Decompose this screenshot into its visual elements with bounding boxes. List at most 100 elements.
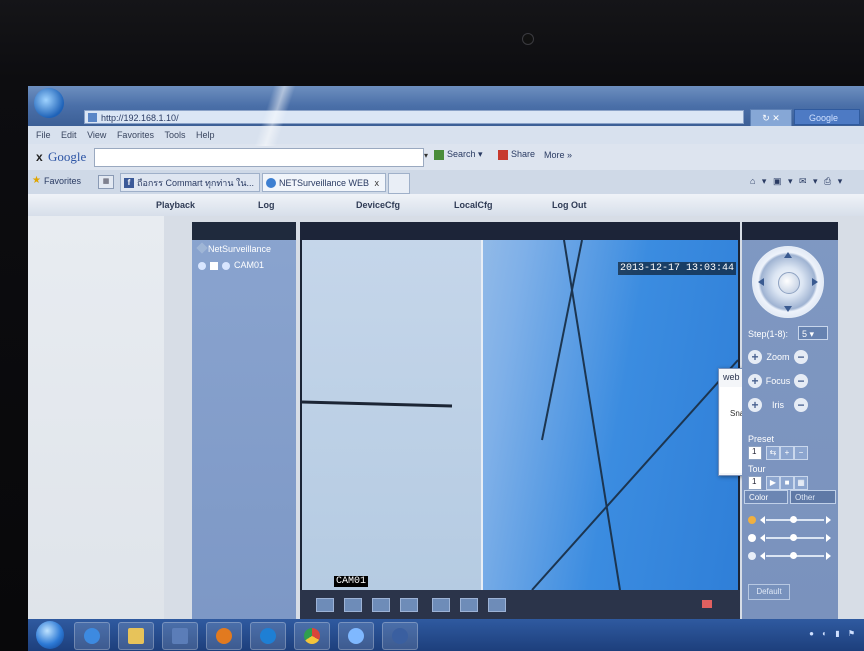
ptz-right-arrow-icon[interactable] <box>812 278 818 286</box>
snapshot-icon[interactable] <box>432 598 450 612</box>
slider-knob[interactable] <box>790 534 797 541</box>
zoom-minus-icon[interactable]: − <box>794 350 808 364</box>
contrast-slider[interactable] <box>748 532 832 544</box>
tour-input[interactable]: 1 <box>748 476 762 490</box>
saturation-slider[interactable] <box>748 550 832 562</box>
brightness-slider[interactable] <box>748 514 832 526</box>
folder-icon <box>128 628 144 644</box>
step-value: 5 <box>802 329 808 339</box>
google-share-button[interactable]: Share <box>498 149 535 160</box>
menu-view[interactable]: View <box>87 126 106 144</box>
slider-right-arrow-icon[interactable] <box>826 552 831 560</box>
camera-row[interactable]: CAM01 <box>198 260 264 270</box>
talk-icon[interactable] <box>488 598 506 612</box>
taskbar-explorer[interactable] <box>118 622 154 650</box>
search-box[interactable]: Google <box>794 109 860 125</box>
ptz-up-arrow-icon[interactable] <box>784 252 792 258</box>
start-orb-icon[interactable] <box>36 621 64 649</box>
ptz-center-button[interactable] <box>778 272 800 294</box>
video-feed[interactable]: 2013-12-17 13:03:44 CAM01 <box>302 240 738 590</box>
google-dropdown-icon[interactable]: ▾ <box>424 151 428 160</box>
slider-left-arrow-icon[interactable] <box>760 534 765 542</box>
iris-minus-icon[interactable]: − <box>794 398 808 412</box>
google-toolbar-close-button[interactable]: x <box>36 150 43 164</box>
google-search-button[interactable]: Search ▾ <box>434 149 483 160</box>
nav-playback[interactable]: Playback <box>156 200 195 210</box>
single-view-icon[interactable] <box>344 598 362 612</box>
taskbar-ie[interactable] <box>74 622 110 650</box>
slider-knob[interactable] <box>790 552 797 559</box>
video-controls <box>300 590 740 619</box>
iris-label: Iris <box>772 400 784 410</box>
taskbar-media[interactable] <box>162 622 198 650</box>
play-icon[interactable] <box>222 261 230 270</box>
default-button[interactable]: Default <box>748 584 790 600</box>
command-bar-icons[interactable]: ⌂ ▾ ▣ ▾ ✉ ▾ ⎙ ▾ <box>750 176 844 187</box>
refresh-stop-buttons[interactable]: ↻ ✕ <box>750 109 792 127</box>
slider-knob[interactable] <box>790 516 797 523</box>
record-icon[interactable] <box>210 261 218 270</box>
preset-goto-icon[interactable]: ⇆ <box>766 446 780 460</box>
nav-logout[interactable]: Log Out <box>552 200 587 210</box>
menu-help[interactable]: Help <box>196 126 215 144</box>
nav-log[interactable]: Log <box>258 200 275 210</box>
taskbar-teamviewer[interactable] <box>250 622 286 650</box>
slider-left-arrow-icon[interactable] <box>760 516 765 524</box>
fullscreen-icon[interactable] <box>316 598 334 612</box>
volume-icon[interactable] <box>702 600 712 608</box>
camera-status-icon <box>198 261 206 270</box>
step-select[interactable]: 5 ▾ <box>798 326 828 340</box>
tour-play-icon[interactable]: ▶ <box>766 476 780 490</box>
preset-remove-icon[interactable]: − <box>794 446 808 460</box>
system-tray-icons[interactable]: ● ◐ ▮ ⚑ <box>809 629 858 638</box>
nav-localcfg[interactable]: LocalCfg <box>454 200 493 210</box>
device-tree-root[interactable]: NetSurveillance <box>196 242 271 254</box>
google-logo: Google <box>48 149 87 164</box>
player-icon <box>392 628 408 644</box>
ptz-direction-wheel[interactable] <box>752 246 824 318</box>
video-header <box>300 222 740 240</box>
app-content: NetSurveillance CAM01 2013-12-17 13:03:4… <box>28 216 864 619</box>
tab-close-button[interactable]: x <box>375 174 380 193</box>
address-bar[interactable]: http://192.168.1.10/ <box>84 110 744 124</box>
record-button-icon[interactable] <box>460 598 478 612</box>
nav-devicecfg[interactable]: DeviceCfg <box>356 200 400 210</box>
focus-plus-icon[interactable]: + <box>748 374 762 388</box>
taskbar-firefox[interactable] <box>206 622 242 650</box>
quick-tabs-icon[interactable]: ▦ <box>98 175 114 189</box>
quad-view-icon[interactable] <box>372 598 390 612</box>
taskbar-app[interactable] <box>338 622 374 650</box>
search-box-text: Google <box>809 113 839 123</box>
search-icon <box>434 149 444 160</box>
google-search-input[interactable] <box>94 148 424 167</box>
taskbar-player[interactable] <box>382 622 418 650</box>
menu-tools[interactable]: Tools <box>164 126 185 144</box>
tab-netsurveillance[interactable]: NETSurveillance WEB x <box>262 173 386 192</box>
preset-input[interactable]: 1 <box>748 446 762 460</box>
menu-edit[interactable]: Edit <box>61 126 77 144</box>
google-more-button[interactable]: More » <box>544 150 572 160</box>
taskbar-chrome[interactable] <box>294 622 330 650</box>
ptz-left-arrow-icon[interactable] <box>758 278 764 286</box>
favorites-button[interactable]: Favorites <box>44 176 81 186</box>
ptz-down-arrow-icon[interactable] <box>784 306 792 312</box>
menu-favorites[interactable]: Favorites <box>117 126 154 144</box>
menu-file[interactable]: File <box>36 126 51 144</box>
slider-right-arrow-icon[interactable] <box>826 534 831 542</box>
tab-other[interactable]: Other <box>790 490 836 504</box>
ptz-panel: Step(1-8): 5 ▾ + Zoom − + Focus − + Iris − Pre… <box>742 222 838 619</box>
tour-grid-icon[interactable]: ▦ <box>794 476 808 490</box>
tab-color[interactable]: Color <box>744 490 788 504</box>
slider-left-arrow-icon[interactable] <box>760 552 765 560</box>
browser-titlebar: http://192.168.1.10/ ↻ ✕ Google <box>28 86 864 127</box>
new-tab-button[interactable] <box>388 173 410 194</box>
iris-plus-icon[interactable]: + <box>748 398 762 412</box>
focus-minus-icon[interactable]: − <box>794 374 808 388</box>
nine-view-icon[interactable] <box>400 598 418 612</box>
zoom-plus-icon[interactable]: + <box>748 350 762 364</box>
preset-add-icon[interactable]: + <box>780 446 794 460</box>
slider-right-arrow-icon[interactable] <box>826 516 831 524</box>
favorites-star-icon[interactable]: ★ <box>32 175 41 186</box>
tour-stop-icon[interactable]: ■ <box>780 476 794 490</box>
tab-commart[interactable]: f ถือกรร Commart ทุกท่าน ใน... <box>120 173 260 192</box>
